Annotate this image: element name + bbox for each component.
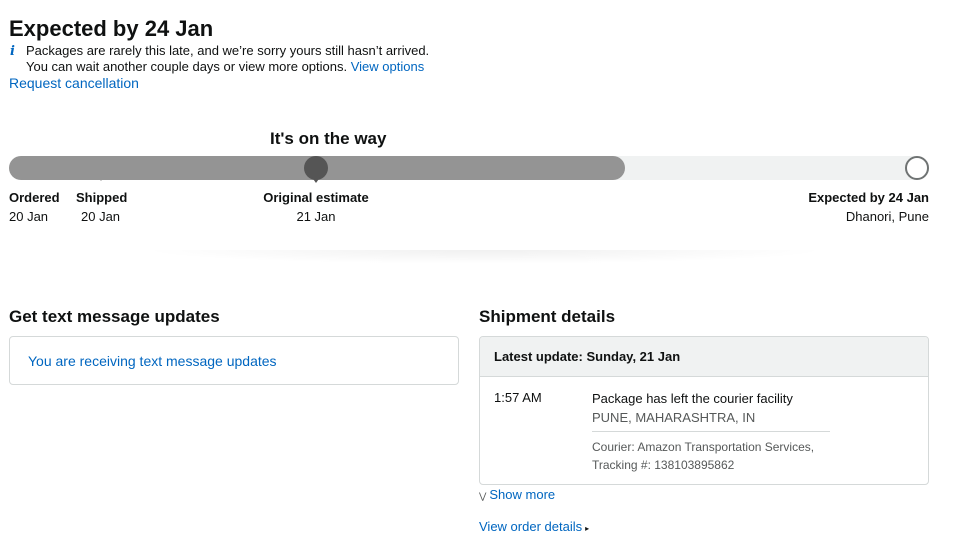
current-position-marker xyxy=(304,156,328,183)
courier-name: Courier: Amazon Transportation Services, xyxy=(592,440,815,454)
shipped-tick-mark xyxy=(97,176,105,181)
notice-line-2-text: You can wait another couple days or view… xyxy=(26,59,348,74)
destination-circle-icon xyxy=(905,156,929,180)
event-location: PUNE, MAHARASHTRA, IN xyxy=(592,410,756,425)
milestone-ordered: Ordered 20 Jan xyxy=(9,188,60,226)
view-order-details-label: View order details xyxy=(479,519,583,534)
event-details: Package has left the courier facility PU… xyxy=(592,389,793,427)
milestone-original-estimate: Original estimate 21 Jan xyxy=(262,188,370,226)
milestone-date: 20 Jan xyxy=(81,209,121,224)
view-options-link[interactable]: View options xyxy=(351,59,424,74)
event-description: Package has left the courier facility xyxy=(592,391,793,406)
info-icon: i xyxy=(10,44,15,59)
sms-status-link[interactable]: You are receiving text message updates xyxy=(28,353,277,369)
sms-updates-box: You are receiving text message updates xyxy=(9,336,459,385)
event-divider xyxy=(592,431,830,432)
courier-info: Courier: Amazon Transportation Services,… xyxy=(592,438,814,474)
chevron-down-icon: ⋁ xyxy=(479,491,487,501)
sms-section-title: Get text message updates xyxy=(9,307,220,326)
milestone-expected: Expected by 24 Jan Dhanori, Pune xyxy=(808,188,929,226)
late-notice: i Packages are rarely this late, and we’… xyxy=(10,43,429,75)
show-more-label: Show more xyxy=(489,487,556,502)
milestone-label: Original estimate xyxy=(263,190,369,205)
latest-update-header: Latest update: Sunday, 21 Jan xyxy=(480,337,928,377)
milestone-shipped: Shipped 20 Jan xyxy=(76,188,127,226)
request-cancellation-link[interactable]: Request cancellation xyxy=(9,75,139,91)
page-title: Expected by 24 Jan xyxy=(9,16,214,41)
milestone-label: Shipped xyxy=(76,190,128,205)
milestone-label: Expected by 24 Jan xyxy=(808,190,929,205)
tracking-number: Tracking #: 138103895862 xyxy=(592,458,735,472)
section-divider xyxy=(140,250,830,264)
milestone-label: Ordered xyxy=(9,190,60,205)
shipment-details-box: Latest update: Sunday, 21 Jan 1:57 AM Pa… xyxy=(479,336,929,485)
tracker-status: It's on the way xyxy=(270,129,387,148)
notice-line-1: Packages are rarely this late, and we’re… xyxy=(26,43,430,58)
shipment-section-title: Shipment details xyxy=(479,307,616,326)
event-time: 1:57 AM xyxy=(494,390,542,405)
notice-line-2: You can wait another couple days or view… xyxy=(10,59,429,75)
milestone-location: Dhanori, Pune xyxy=(845,209,929,224)
chevron-right-icon: ▸ xyxy=(585,524,590,533)
view-order-details-link[interactable]: View order details ▸ xyxy=(479,519,589,534)
milestone-date: 21 Jan xyxy=(296,209,336,224)
show-more-link[interactable]: ⋁ Show more xyxy=(479,487,555,502)
milestone-date: 20 Jan xyxy=(9,209,49,224)
